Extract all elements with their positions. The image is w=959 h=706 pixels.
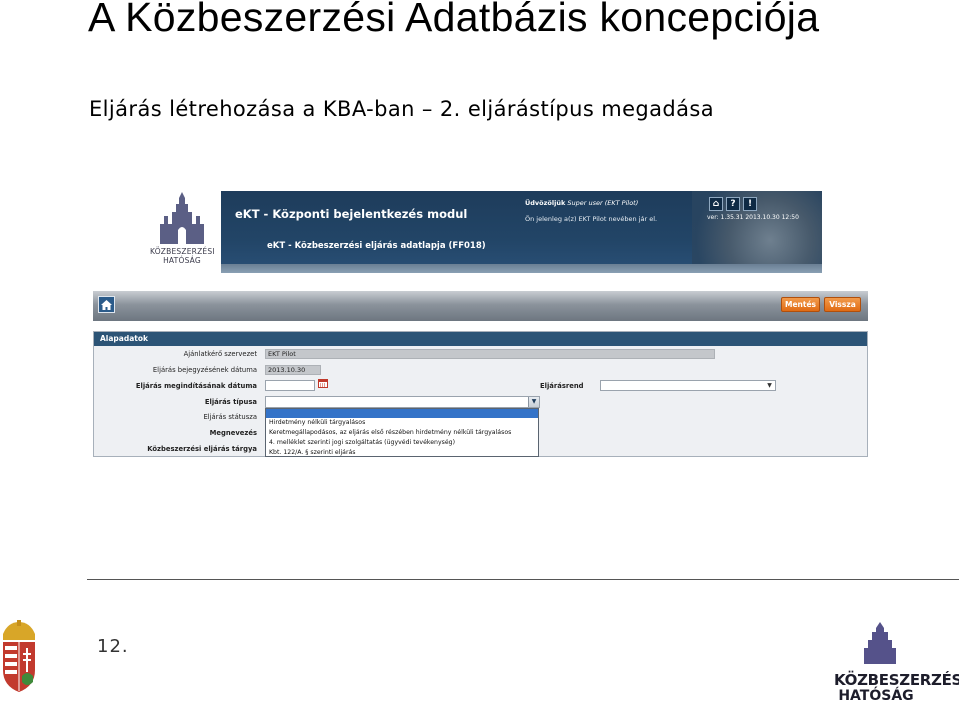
alert-icon[interactable]: !: [743, 197, 757, 211]
on-behalf-text: Ön jelenleg a(z) EKT Pilot nevében jár e…: [525, 215, 658, 223]
hungarian-coat-of-arms-icon: [3, 620, 35, 692]
kozbeszerzesi-hatosag-logo: KÖZBESZERZÉSI HATÓSÁG: [150, 190, 215, 270]
house-icon: [101, 299, 112, 310]
footer-parliament-icon: [860, 622, 900, 666]
start-date-label: Eljárás megindításának dátuma: [135, 382, 257, 390]
subject-label: Közbeszerzési eljárás tárgya: [147, 445, 257, 453]
contracting-field: EKT Pilot: [265, 349, 715, 359]
dropdown-option[interactable]: Keretmegállapodásos, az eljárás első rés…: [266, 428, 538, 437]
dropdown-option[interactable]: Kbt. 122/A. § szerinti eljárás: [266, 448, 538, 457]
toolbar: Mentés Vissza: [93, 291, 868, 321]
chevron-down-icon: ▼: [767, 382, 772, 389]
procedure-type-select[interactable]: ▼: [265, 396, 540, 408]
slide-subtitle: Eljárás létrehozása a KBA-ban – 2. eljár…: [89, 97, 715, 121]
parliament-icon: [150, 190, 214, 246]
header-icons: ⌂ ? !: [709, 197, 757, 211]
ekt-banner: eKT - Központi bejelentkezés modul eKT -…: [221, 191, 822, 273]
registration-date-label: Eljárás bejegyzésének dátuma: [152, 366, 257, 374]
dropdown-option[interactable]: 4. melléklet szerinti jogi szolgáltatás …: [266, 438, 538, 447]
footer-divider: [87, 579, 959, 580]
help-icon[interactable]: ?: [726, 197, 740, 211]
footer-logo: KÖZBESZERZÉSI HATÓSÁG: [834, 622, 959, 706]
procedure-order-select[interactable]: ▼: [600, 380, 776, 391]
dropdown-arrow-icon[interactable]: ▼: [528, 397, 539, 407]
registration-date-field: 2013.10.30: [265, 365, 321, 375]
logo-line1: KÖZBESZERZÉSI: [150, 247, 215, 256]
procedure-type-label: Eljárás típusa: [204, 398, 257, 406]
page-number: 12.: [97, 636, 129, 657]
banner-strip: [221, 264, 822, 273]
back-button[interactable]: Vissza: [824, 297, 861, 312]
footer-logo-line1: KÖZBESZERZÉSI: [834, 671, 959, 689]
home-button[interactable]: [98, 296, 115, 313]
procedure-type-dropdown[interactable]: Hirdetmény nélküli tárgyalásos Keretmegá…: [265, 408, 539, 457]
footer-logo-line2: HATÓSÁG: [838, 688, 914, 704]
logo-line2: HATÓSÁG: [163, 256, 201, 265]
logo-text: KÖZBESZERZÉSI HATÓSÁG: [150, 247, 215, 265]
contracting-label: Ajánlatkérő szervezet: [183, 350, 257, 358]
save-button[interactable]: Mentés: [781, 297, 820, 312]
dropdown-option-empty[interactable]: [266, 409, 538, 418]
home-icon[interactable]: ⌂: [709, 197, 723, 211]
welcome-text: Üdvözöljük Super user (EKT Pilot): [525, 199, 638, 207]
form-title: eKT - Közbeszerzési eljárás adatlapja (F…: [267, 241, 486, 251]
name-label: Megnevezés: [209, 429, 257, 437]
procedure-order-label: Eljárásrend: [540, 382, 584, 390]
procedure-status-label: Eljárás státusza: [203, 413, 257, 421]
start-date-input[interactable]: [265, 380, 315, 391]
calendar-icon[interactable]: [318, 379, 328, 388]
module-title: eKT - Központi bejelentkezés modul: [235, 207, 468, 221]
welcome-user: Super user (EKT Pilot): [567, 199, 639, 207]
dropdown-option[interactable]: Hirdetmény nélküli tárgyalásos: [266, 418, 538, 427]
panel-title: Alapadatok: [94, 332, 867, 346]
version-text: ver: 1.35.31 2013.10.30 12:50: [707, 214, 799, 221]
welcome-prefix: Üdvözöljük: [525, 199, 566, 207]
slide-title: A Közbeszerzési Adatbázis koncepciója: [88, 0, 820, 40]
